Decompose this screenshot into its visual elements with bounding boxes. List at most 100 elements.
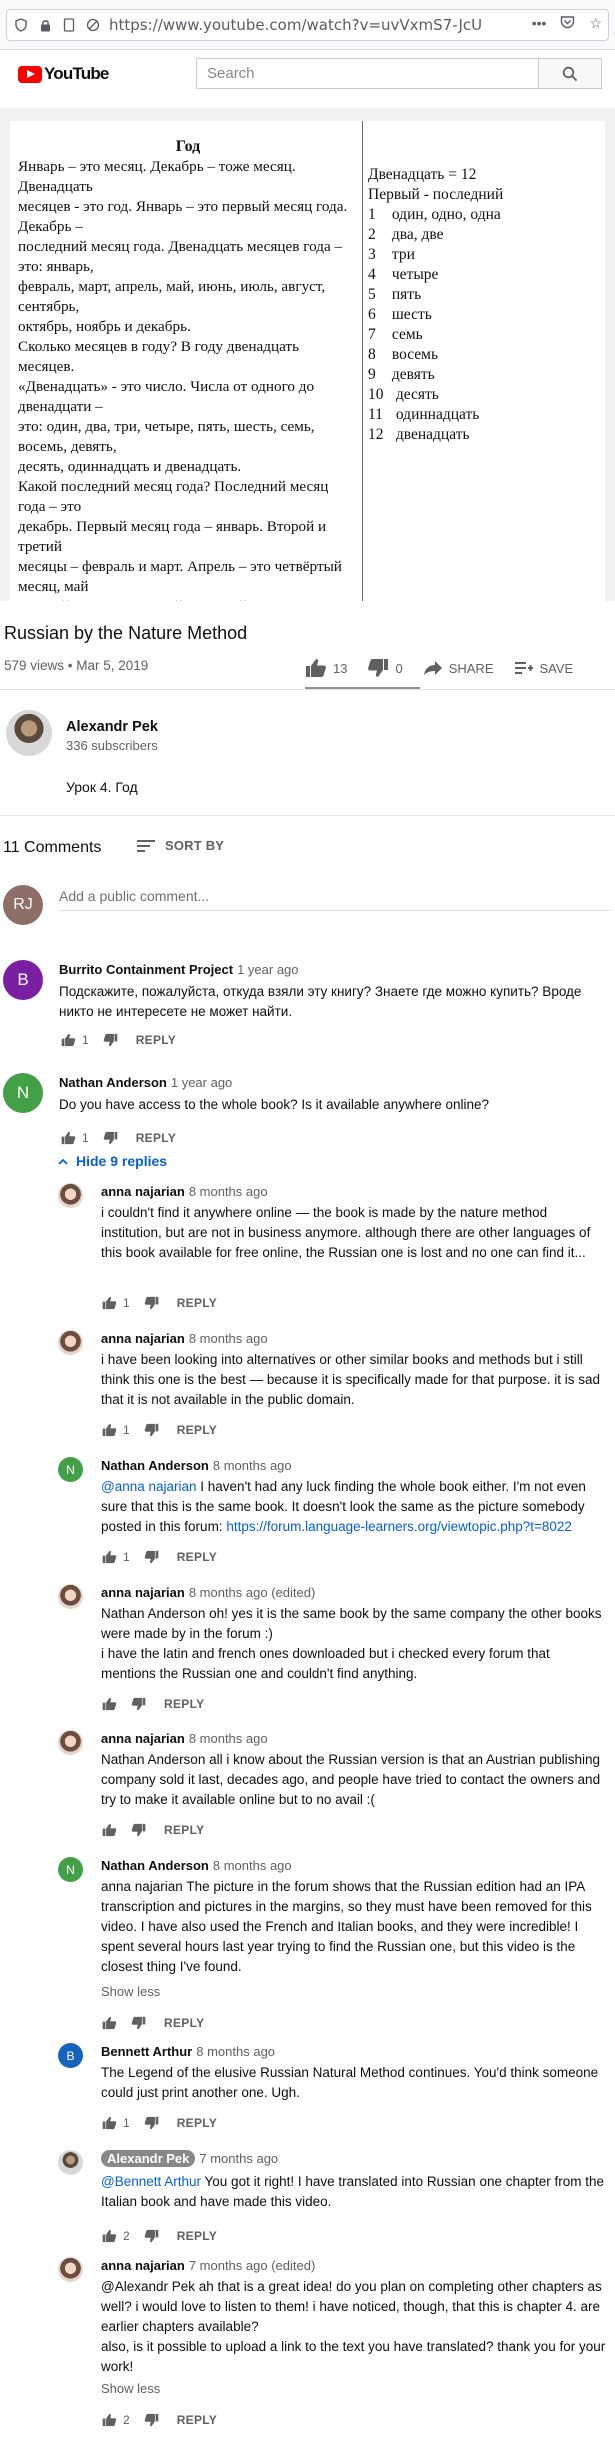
thumbs-up-icon[interactable] [102,2116,117,2130]
thumbs-down-icon[interactable] [144,2229,159,2243]
reply-author[interactable]: Alexandr Pek [101,2150,196,2167]
like-button[interactable]: 13 [305,658,347,678]
comment-author[interactable]: Burrito Containment Project [59,962,233,977]
thumbs-down-icon[interactable] [103,1033,118,1047]
reply-author[interactable]: Bennett Arthur [101,2044,192,2059]
thumbs-down-icon[interactable] [144,2116,159,2130]
reply-avatar[interactable] [58,1330,83,1355]
address-bar[interactable]: https://www.youtube.com/watch?v=uvVxmS7-… [6,9,609,41]
forum-link[interactable]: https://forum.language-learners.org/view… [226,1519,572,1534]
reply-author[interactable]: anna najarian [101,1731,185,1746]
reply-button[interactable]: REPLY [177,2413,217,2427]
reply-button[interactable]: REPLY [177,1550,217,1564]
thumbs-up-icon[interactable] [61,1033,76,1047]
reply-author[interactable]: anna najarian [101,2258,185,2273]
sort-by-button[interactable]: SORT BY [137,838,224,853]
reply-author[interactable]: anna najarian [101,1331,185,1346]
lock-icon[interactable] [35,15,55,35]
thumbs-up-icon[interactable] [102,2016,117,2030]
reply-avatar[interactable] [58,1584,83,1609]
comment-timestamp[interactable]: 1 year ago [237,962,298,977]
thumbs-up-icon[interactable] [102,1550,117,1564]
comment-author[interactable]: Nathan Anderson [59,1075,167,1090]
shield-icon[interactable] [11,15,31,35]
reply-timestamp[interactable]: 7 months ago (edited) [189,2258,315,2273]
reply-button[interactable]: REPLY [164,1697,204,1711]
add-comment-input[interactable]: Add a public comment... [59,888,209,904]
thumbs-up-icon[interactable] [102,2229,117,2243]
thumbs-down-icon[interactable] [103,1131,118,1145]
reply-avatar[interactable] [58,2150,83,2175]
youtube-logo[interactable]: YouTube [18,64,109,84]
reply-author[interactable]: Nathan Anderson [101,1858,209,1873]
reply-timestamp[interactable]: 8 months ago [189,1731,268,1746]
mention-link[interactable]: @anna najarian [101,1479,197,1494]
thumbs-up-icon[interactable] [102,1423,117,1437]
page-icon[interactable] [59,15,79,35]
show-less-button[interactable]: Show less [101,1984,160,1999]
thumbs-down-icon[interactable] [131,2016,146,2030]
thumbs-up-icon[interactable] [102,2413,117,2427]
reply-timestamp[interactable]: 8 months ago [189,1331,268,1346]
comment-avatar[interactable]: N [3,1073,43,1113]
show-less-button[interactable]: Show less [101,2381,160,2396]
reply-avatar[interactable] [58,1183,83,1208]
thumbs-down-icon [368,659,389,677]
share-button[interactable]: SHARE [423,660,494,676]
channel-name[interactable]: Alexandr Pek [66,719,158,735]
url-text[interactable]: https://www.youtube.com/watch?v=uvVxmS7-… [109,16,482,34]
comment-text: i couldn't find it anywhere online — the… [101,1203,606,1263]
thumbs-down-icon[interactable] [144,1423,159,1437]
search-input[interactable]: Search [196,58,539,89]
comment-timestamp[interactable]: 1 year ago [171,1075,232,1090]
reply-button[interactable]: REPLY [136,1131,176,1145]
thumbs-down-icon[interactable] [144,2413,159,2427]
permissions-icon[interactable] [83,15,103,35]
video-frame[interactable]: Год Январь – это месяц. Декабрь – тоже м… [10,121,605,601]
reply-avatar[interactable]: N [58,1457,83,1482]
thumbs-up-icon[interactable] [102,1697,117,1711]
bookmark-star-icon[interactable]: ☆ [589,15,602,32]
thumbs-down-icon[interactable] [131,1697,146,1711]
dislike-button[interactable]: 0 [367,658,403,678]
thumbs-down-icon[interactable] [131,1823,146,1837]
pocket-icon[interactable] [560,15,575,32]
save-button[interactable]: SAVE [514,660,574,676]
channel-avatar[interactable] [6,710,52,756]
reply-avatar[interactable]: N [58,1857,83,1882]
thumbs-down-icon[interactable] [144,1296,159,1310]
reply-timestamp[interactable]: 7 months ago [199,2151,278,2166]
reply-button[interactable]: REPLY [177,1423,217,1437]
reply-button[interactable]: REPLY [164,2016,204,2030]
reply-button[interactable]: REPLY [177,2229,217,2243]
reply-timestamp[interactable]: 8 months ago (edited) [189,1585,315,1600]
more-actions-icon[interactable]: ••• [532,15,547,32]
reply-button[interactable]: REPLY [164,1823,204,1837]
reply-timestamp[interactable]: 8 months ago [213,1858,292,1873]
reply-author[interactable]: Nathan Anderson [101,1458,209,1473]
reply-avatar[interactable] [58,1730,83,1755]
reply-avatar[interactable] [58,2257,83,2282]
video-text-line: месяцев - это год. Январь – это первый м… [18,198,348,235]
number-digit: 2 [368,226,376,243]
save-label: SAVE [539,660,574,676]
reply-timestamp[interactable]: 8 months ago [213,1458,292,1473]
thumbs-down-icon[interactable] [144,1550,159,1564]
comment-avatar[interactable]: B [3,960,43,1000]
reply-timestamp[interactable]: 8 months ago [189,1184,268,1199]
thumbs-up-icon[interactable] [102,1823,117,1837]
comment-action-bar: REPLY [102,1694,204,1714]
reply-avatar[interactable]: B [58,2043,83,2068]
reply-timestamp[interactable]: 8 months ago [196,2044,275,2059]
video-player[interactable]: Год Январь – это месяц. Декабрь – тоже м… [0,108,615,601]
hide-replies-button[interactable]: Hide 9 replies [58,1153,167,1169]
reply-button[interactable]: REPLY [136,1033,176,1047]
reply-button[interactable]: REPLY [177,1296,217,1310]
reply-author[interactable]: anna najarian [101,1184,185,1199]
search-button[interactable] [538,58,602,89]
thumbs-up-icon[interactable] [102,1296,117,1310]
reply-author[interactable]: anna najarian [101,1585,185,1600]
mention-link[interactable]: @Bennett Arthur [101,2174,201,2189]
thumbs-up-icon[interactable] [61,1131,76,1145]
reply-button[interactable]: REPLY [177,2116,217,2130]
